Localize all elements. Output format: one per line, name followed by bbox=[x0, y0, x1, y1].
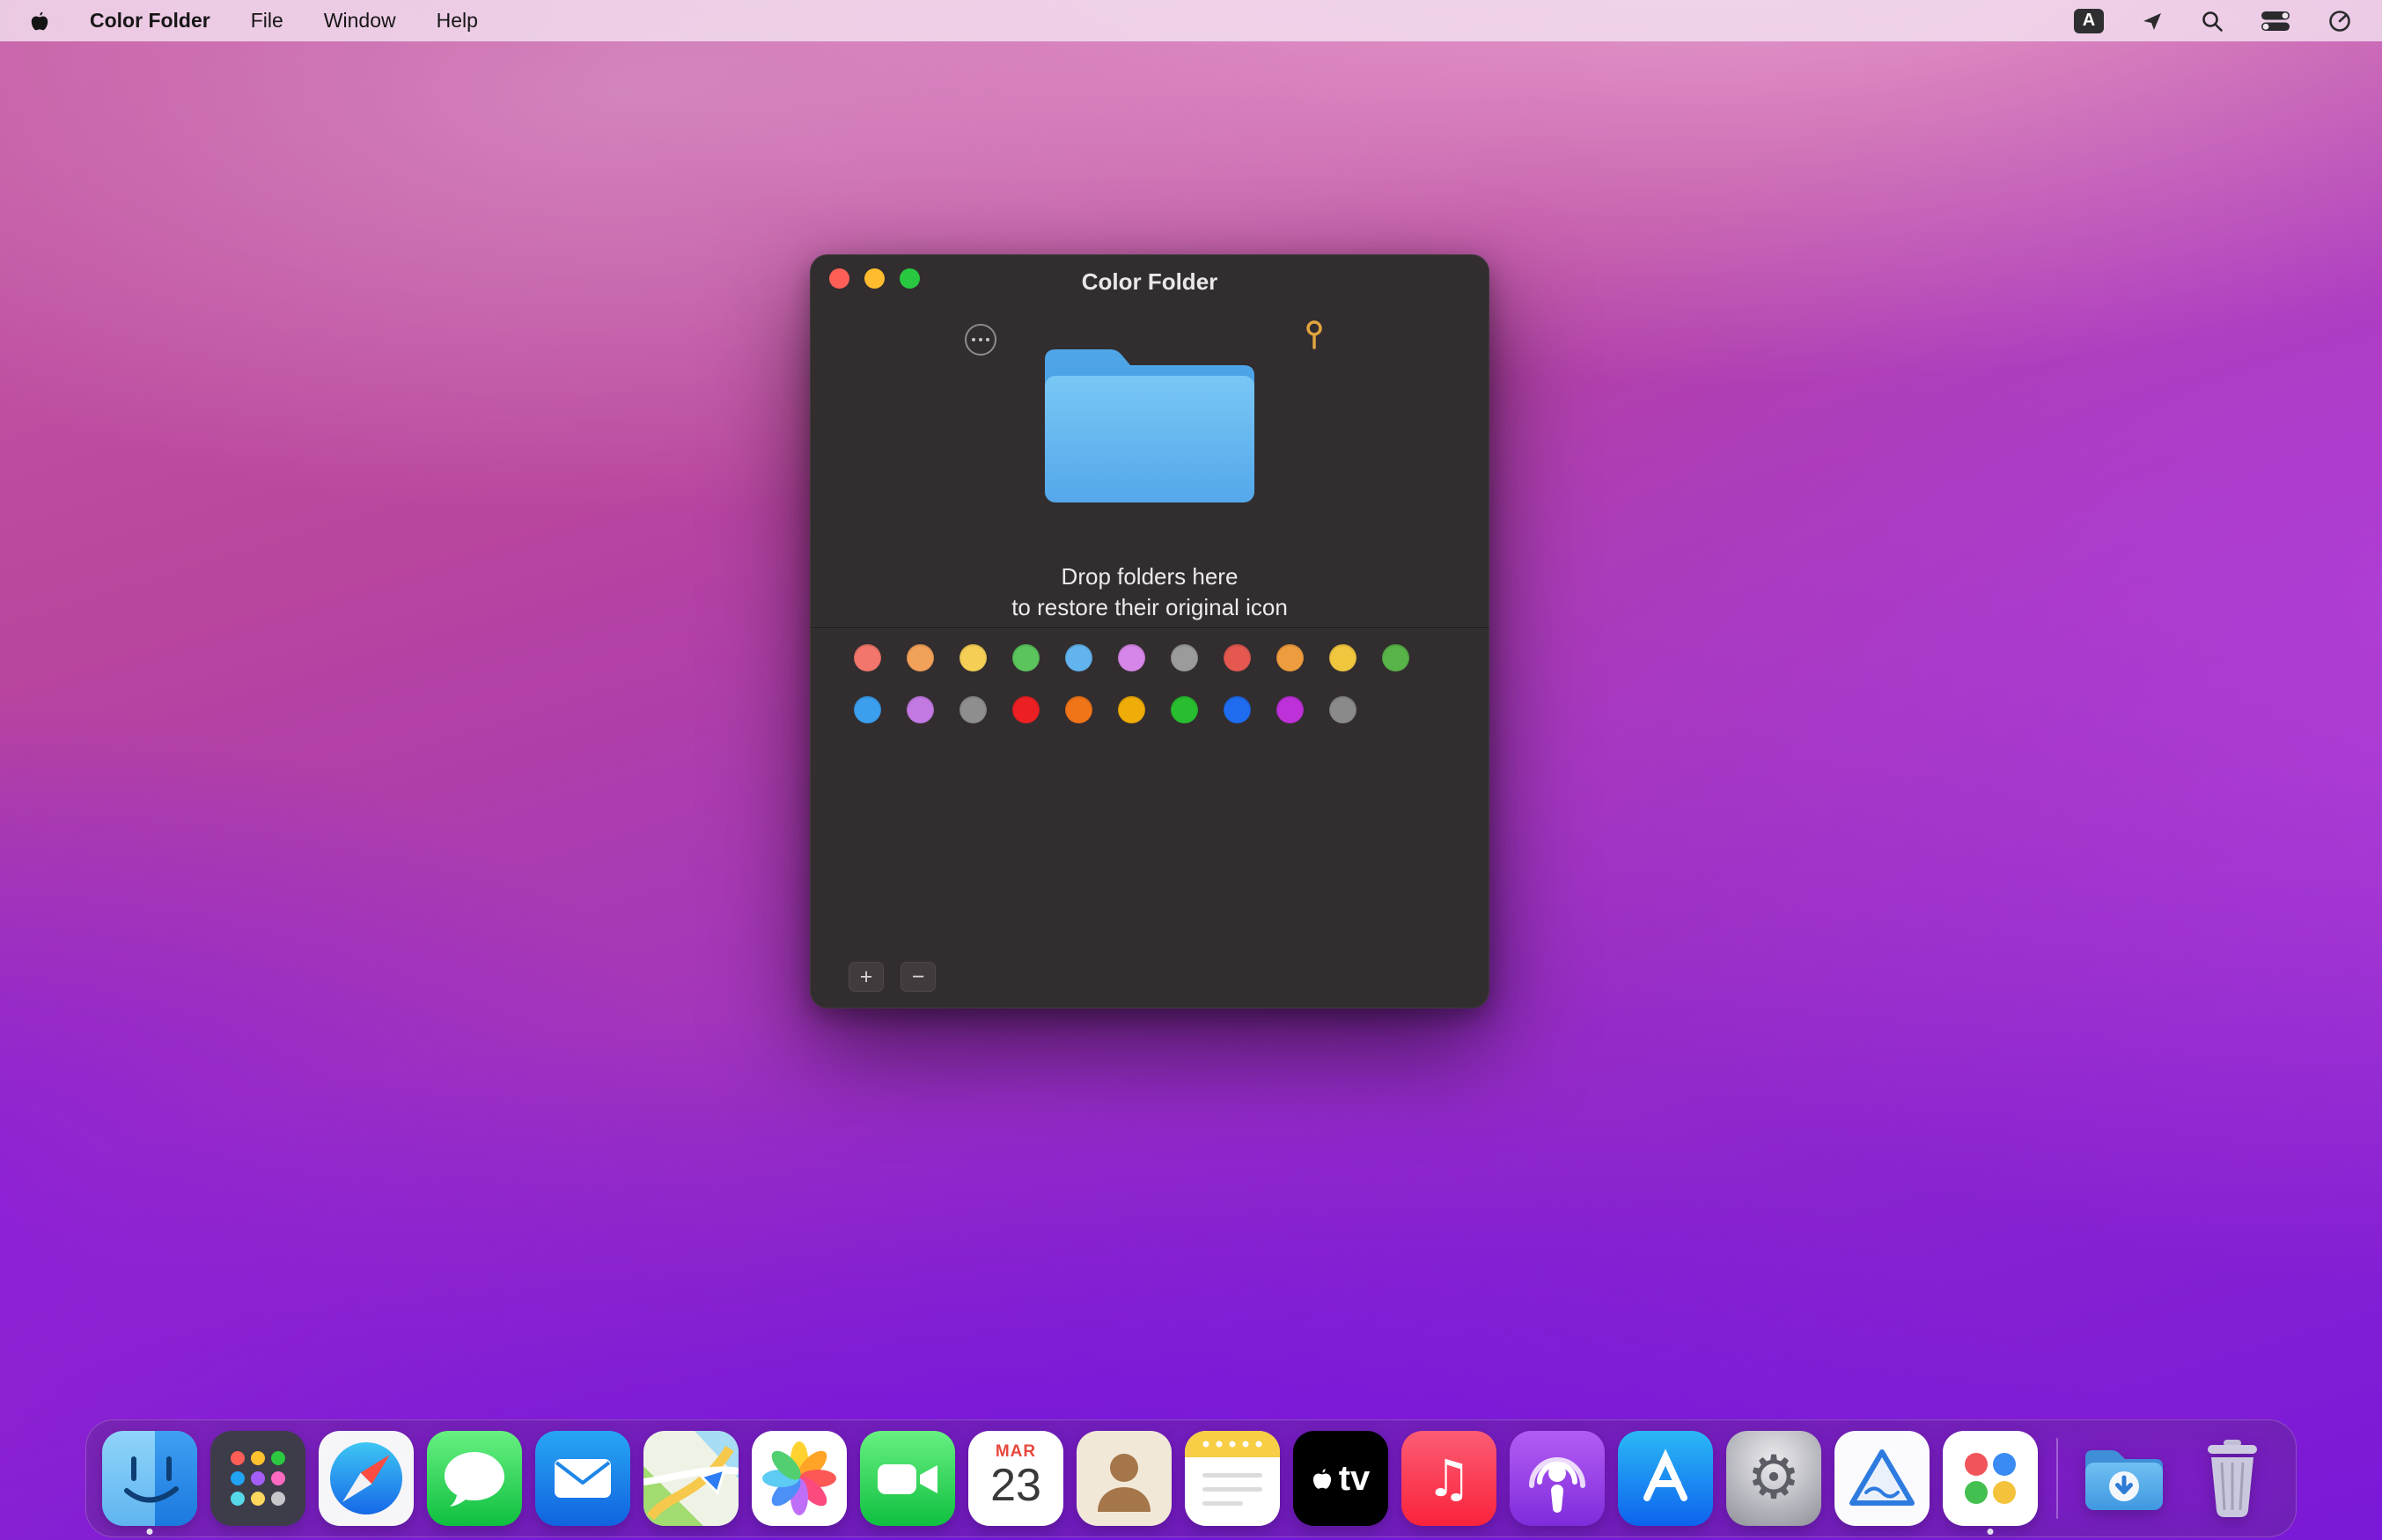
dock-item-system-settings[interactable]: ⚙ bbox=[1726, 1431, 1821, 1526]
dock-item-launchpad[interactable] bbox=[210, 1431, 305, 1526]
color-swatch[interactable] bbox=[1224, 644, 1251, 671]
app-store-icon bbox=[1618, 1431, 1713, 1526]
dock-item-trash[interactable] bbox=[2185, 1431, 2280, 1526]
color-swatch[interactable] bbox=[959, 696, 987, 723]
dock-item-app-store[interactable] bbox=[1618, 1431, 1713, 1526]
finder-icon bbox=[102, 1431, 197, 1526]
color-swatch[interactable] bbox=[1065, 644, 1092, 671]
menu-extra-circle-icon[interactable] bbox=[2327, 9, 2352, 33]
color-swatch[interactable] bbox=[854, 696, 881, 723]
remove-color-button[interactable]: − bbox=[901, 962, 936, 992]
color-folder-app-icon bbox=[1943, 1431, 2038, 1526]
dock: MAR 23 tv ♫ ⚙ bbox=[85, 1419, 2297, 1537]
apple-tv-icon: tv bbox=[1293, 1431, 1388, 1526]
swatch-row-2 bbox=[854, 696, 1409, 723]
menu-file[interactable]: File bbox=[251, 9, 283, 33]
dock-item-calendar[interactable]: MAR 23 bbox=[968, 1431, 1063, 1526]
menu-help[interactable]: Help bbox=[437, 9, 478, 33]
close-button[interactable] bbox=[829, 268, 849, 289]
more-options-icon[interactable] bbox=[965, 324, 996, 356]
color-folder-window: Color Folder Drop folders here to restor… bbox=[810, 254, 1489, 1008]
apple-logo-icon bbox=[1312, 1468, 1331, 1489]
dock-item-messages[interactable] bbox=[427, 1431, 522, 1526]
music-note-glyph: ♫ bbox=[1426, 1448, 1472, 1508]
color-swatch[interactable] bbox=[1329, 696, 1356, 723]
gear-glyph: ⚙ bbox=[1746, 1443, 1801, 1513]
dock-item-facetime[interactable] bbox=[860, 1431, 955, 1526]
zoom-button[interactable] bbox=[900, 268, 920, 289]
color-swatch[interactable] bbox=[1118, 696, 1145, 723]
minimize-button[interactable] bbox=[864, 268, 885, 289]
dock-item-apple-tv[interactable]: tv bbox=[1293, 1431, 1388, 1526]
photos-icon bbox=[752, 1431, 847, 1526]
messages-icon bbox=[427, 1431, 522, 1526]
window-divider bbox=[810, 627, 1489, 628]
dock-item-downloads-folder[interactable] bbox=[2077, 1431, 2172, 1526]
tv-label: tv bbox=[1338, 1458, 1371, 1498]
notes-icon bbox=[1185, 1431, 1280, 1526]
color-swatch[interactable] bbox=[1012, 696, 1040, 723]
control-center-icon[interactable] bbox=[2261, 10, 2290, 33]
color-swatch[interactable] bbox=[854, 644, 881, 671]
location-arrow-icon[interactable] bbox=[2141, 10, 2164, 33]
calendar-day-label: 23 bbox=[990, 1460, 1041, 1511]
color-swatch[interactable] bbox=[1224, 696, 1251, 723]
dock-item-music[interactable]: ♫ bbox=[1401, 1431, 1496, 1526]
color-swatch[interactable] bbox=[907, 696, 934, 723]
folder-drop-target[interactable] bbox=[1033, 321, 1267, 528]
color-swatch[interactable] bbox=[1171, 644, 1198, 671]
mail-icon bbox=[535, 1431, 630, 1526]
window-titlebar[interactable]: Color Folder bbox=[810, 254, 1489, 300]
menubar-app-name[interactable]: Color Folder bbox=[90, 9, 210, 33]
maps-icon bbox=[643, 1431, 739, 1526]
add-color-button[interactable]: + bbox=[849, 962, 884, 992]
calendar-icon: MAR 23 bbox=[968, 1431, 1063, 1526]
color-swatch[interactable] bbox=[959, 644, 987, 671]
menu-bar: Color Folder File Window Help A bbox=[0, 0, 2382, 41]
color-swatch[interactable] bbox=[1276, 644, 1304, 671]
drop-hint-text: Drop folders here to restore their origi… bbox=[1011, 563, 1288, 620]
color-swatch[interactable] bbox=[1171, 696, 1198, 723]
color-swatch-grid bbox=[854, 644, 1409, 723]
color-swatch[interactable] bbox=[1012, 644, 1040, 671]
downloads-folder-icon bbox=[2085, 1450, 2163, 1510]
running-indicator bbox=[1987, 1529, 1994, 1535]
input-source-icon[interactable]: A bbox=[2074, 8, 2104, 33]
color-swatch[interactable] bbox=[907, 644, 934, 671]
podcasts-icon bbox=[1510, 1431, 1605, 1526]
dock-item-color-folder-app[interactable] bbox=[1943, 1431, 2038, 1535]
music-icon: ♫ bbox=[1401, 1431, 1496, 1526]
dock-item-safari[interactable] bbox=[319, 1431, 414, 1526]
dock-item-prism-app[interactable] bbox=[1834, 1431, 1930, 1526]
dock-separator bbox=[2056, 1438, 2058, 1519]
launchpad-icon bbox=[210, 1431, 305, 1526]
restore-wand-icon[interactable] bbox=[1299, 319, 1329, 357]
color-swatch[interactable] bbox=[1329, 644, 1356, 671]
facetime-icon bbox=[860, 1431, 955, 1526]
menu-window[interactable]: Window bbox=[324, 9, 396, 33]
color-swatch[interactable] bbox=[1276, 696, 1304, 723]
color-swatch[interactable] bbox=[1065, 696, 1092, 723]
color-swatch[interactable] bbox=[1382, 644, 1409, 671]
dock-item-podcasts[interactable] bbox=[1510, 1431, 1605, 1526]
dock-item-contacts[interactable] bbox=[1077, 1431, 1172, 1526]
contacts-icon bbox=[1077, 1431, 1172, 1526]
trash-icon bbox=[2208, 1440, 2257, 1517]
dock-item-photos[interactable] bbox=[752, 1431, 847, 1526]
system-settings-icon: ⚙ bbox=[1726, 1431, 1821, 1526]
spotlight-search-icon[interactable] bbox=[2201, 10, 2224, 33]
apple-menu-icon[interactable] bbox=[30, 10, 49, 33]
dock-item-maps[interactable] bbox=[643, 1431, 739, 1526]
safari-icon bbox=[319, 1431, 414, 1526]
running-indicator bbox=[146, 1529, 153, 1535]
prism-app-icon bbox=[1834, 1431, 1930, 1526]
dock-item-finder[interactable] bbox=[102, 1431, 197, 1535]
swatch-row-1 bbox=[854, 644, 1409, 671]
dock-item-notes[interactable] bbox=[1185, 1431, 1280, 1526]
color-swatch[interactable] bbox=[1118, 644, 1145, 671]
dock-item-mail[interactable] bbox=[535, 1431, 630, 1526]
blue-folder-icon bbox=[1045, 349, 1254, 502]
